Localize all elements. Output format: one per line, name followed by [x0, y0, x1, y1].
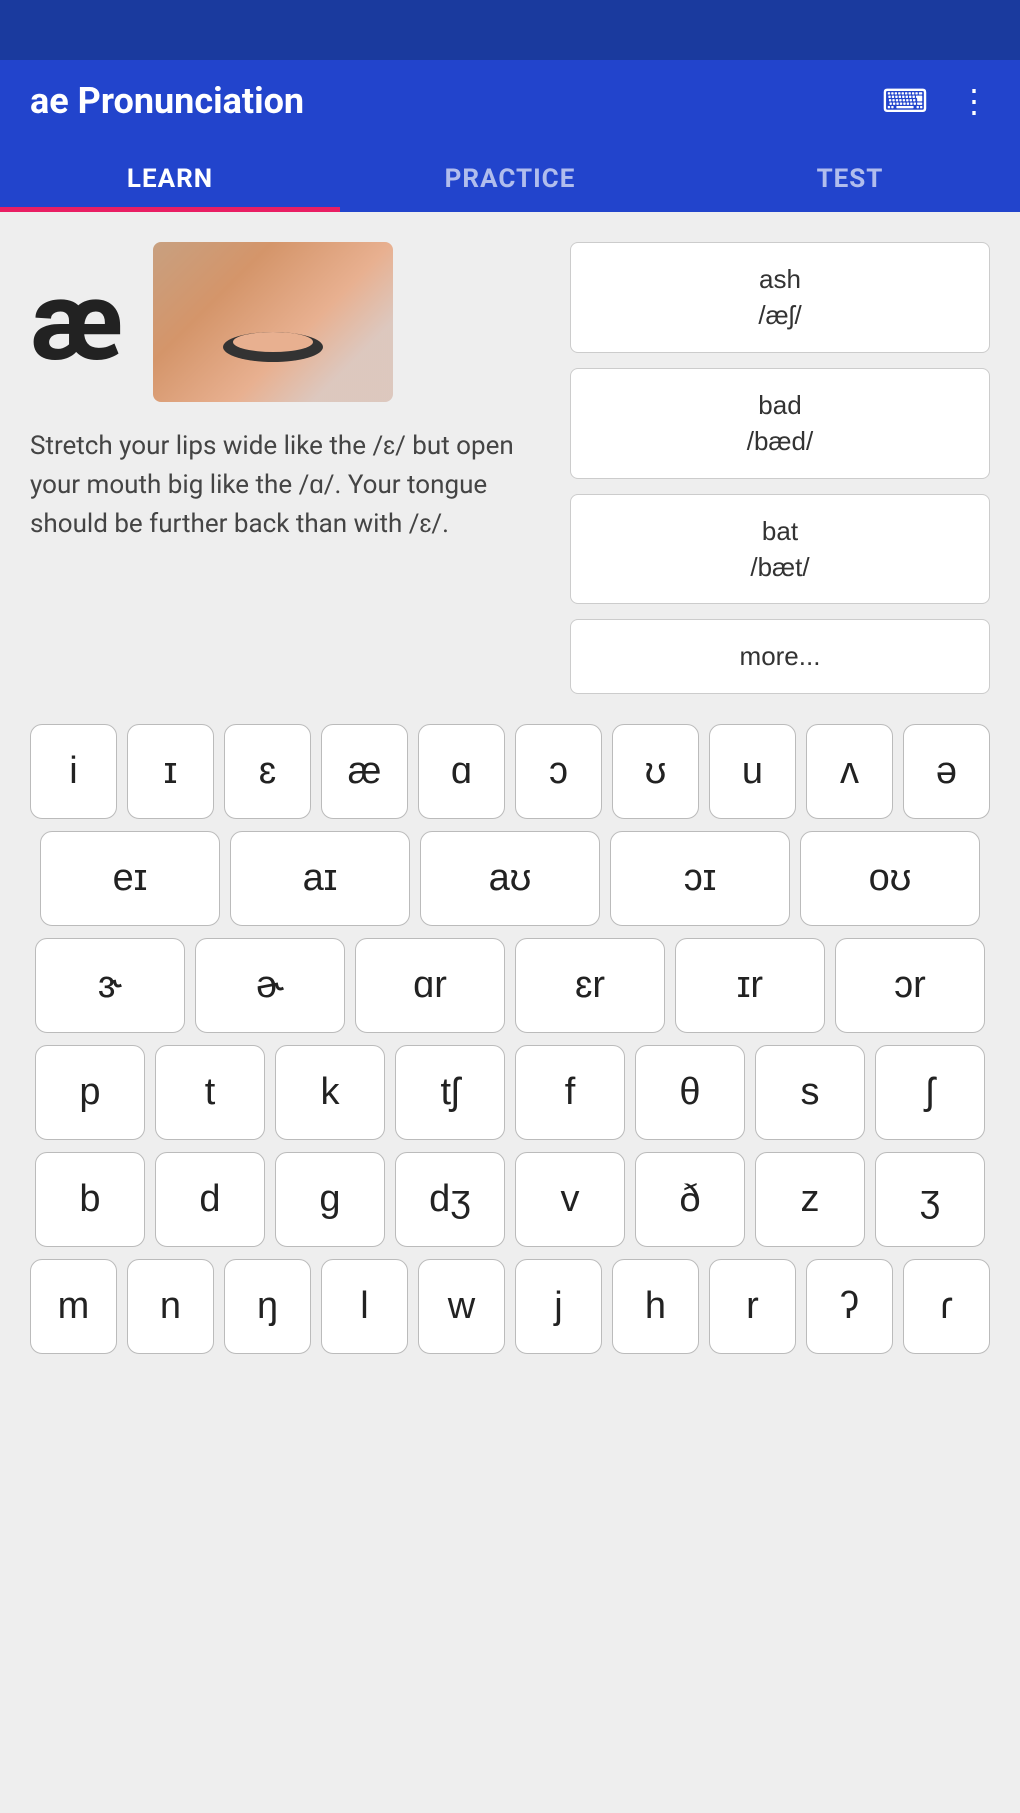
more-options-button[interactable]: ⋮ [958, 82, 990, 120]
phoneme-row: æ [30, 242, 550, 402]
key-rhotic-schwa[interactable]: ɚ [195, 938, 345, 1033]
tab-learn[interactable]: LEARN [0, 142, 340, 212]
key-open-o[interactable]: ɔ [515, 724, 602, 819]
key-g[interactable]: g [275, 1152, 385, 1247]
app-bar: ae Pronunciation ⌨ ⋮ [0, 60, 1020, 142]
key-ar[interactable]: ɑr [355, 938, 505, 1033]
keyboard-section: i ɪ ɛ æ ɑ ɔ ʊ u ʌ ə eɪ aɪ aʊ ɔɪ oʊ ɝ ɚ ɑ… [30, 724, 990, 1354]
keyboard-row-6: m n ŋ l w j h r ʔ ɾ [30, 1259, 990, 1354]
key-r[interactable]: r [709, 1259, 796, 1354]
key-oi[interactable]: ɔɪ [610, 831, 790, 926]
app-bar-actions: ⌨ ⋮ [882, 82, 990, 120]
key-t[interactable]: t [155, 1045, 265, 1140]
key-h[interactable]: h [612, 1259, 699, 1354]
key-flap[interactable]: ɾ [903, 1259, 990, 1354]
key-or[interactable]: ɔr [835, 938, 985, 1033]
key-n[interactable]: n [127, 1259, 214, 1354]
key-j[interactable]: j [515, 1259, 602, 1354]
left-panel: æ Stretch your lips wide like the /ɛ/ bu… [30, 242, 550, 694]
key-z[interactable]: z [755, 1152, 865, 1247]
key-epsilon[interactable]: ɛ [224, 724, 311, 819]
key-upsilon[interactable]: ʊ [612, 724, 699, 819]
mouth-image [153, 242, 393, 402]
keyboard-icon-button[interactable]: ⌨ [882, 82, 928, 120]
app-title: ae Pronunciation [30, 80, 304, 122]
key-dzh[interactable]: dʒ [395, 1152, 505, 1247]
word-btn-bat[interactable]: bat /bæt/ [570, 494, 990, 605]
key-ou[interactable]: oʊ [800, 831, 980, 926]
tab-test[interactable]: TEST [680, 142, 1020, 212]
keyboard-row-1: i ɪ ɛ æ ɑ ɔ ʊ u ʌ ə [30, 724, 990, 819]
tab-bar: LEARN PRACTICE TEST [0, 142, 1020, 212]
tab-practice[interactable]: PRACTICE [340, 142, 680, 212]
keyboard-row-5: b d g dʒ v ð z ʒ [30, 1152, 990, 1247]
key-er[interactable]: ɛr [515, 938, 665, 1033]
key-u[interactable]: u [709, 724, 796, 819]
key-f[interactable]: f [515, 1045, 625, 1140]
key-v[interactable]: v [515, 1152, 625, 1247]
key-w[interactable]: w [418, 1259, 505, 1354]
key-esh[interactable]: ʃ [875, 1045, 985, 1140]
main-content: æ Stretch your lips wide like the /ɛ/ bu… [0, 212, 1020, 1386]
word-btn-bad[interactable]: bad /bæd/ [570, 368, 990, 479]
key-script-a[interactable]: ɑ [418, 724, 505, 819]
description-text: Stretch your lips wide like the /ɛ/ but … [30, 427, 550, 544]
key-ei[interactable]: eɪ [40, 831, 220, 926]
status-bar [0, 0, 1020, 60]
key-p[interactable]: p [35, 1045, 145, 1140]
key-tsh[interactable]: tʃ [395, 1045, 505, 1140]
key-l[interactable]: l [321, 1259, 408, 1354]
key-wedge[interactable]: ʌ [806, 724, 893, 819]
key-k[interactable]: k [275, 1045, 385, 1140]
key-au[interactable]: aʊ [420, 831, 600, 926]
key-rhotic-mid[interactable]: ɝ [35, 938, 185, 1033]
keyboard-icon: ⌨ [882, 83, 928, 119]
key-s[interactable]: s [755, 1045, 865, 1140]
key-d[interactable]: d [155, 1152, 265, 1247]
key-ai[interactable]: aɪ [230, 831, 410, 926]
key-ezh[interactable]: ʒ [875, 1152, 985, 1247]
key-eng[interactable]: ŋ [224, 1259, 311, 1354]
key-small-capital-i[interactable]: ɪ [127, 724, 214, 819]
top-section: æ Stretch your lips wide like the /ɛ/ bu… [30, 242, 990, 694]
word-btn-ash[interactable]: ash /æʃ/ [570, 242, 990, 353]
word-btn-more[interactable]: more... [570, 619, 990, 693]
key-ir[interactable]: ɪr [675, 938, 825, 1033]
keyboard-row-4: p t k tʃ f θ s ʃ [30, 1045, 990, 1140]
keyboard-row-2: eɪ aɪ aʊ ɔɪ oʊ [30, 831, 990, 926]
key-eth[interactable]: ð [635, 1152, 745, 1247]
right-panel: ash /æʃ/ bad /bæd/ bat /bæt/ more... [570, 242, 990, 694]
phoneme-symbol: æ [30, 267, 123, 377]
key-theta[interactable]: θ [635, 1045, 745, 1140]
more-vert-icon: ⋮ [958, 83, 990, 119]
key-b[interactable]: b [35, 1152, 145, 1247]
keyboard-row-3: ɝ ɚ ɑr ɛr ɪr ɔr [30, 938, 990, 1033]
key-i[interactable]: i [30, 724, 117, 819]
key-ae[interactable]: æ [321, 724, 408, 819]
key-m[interactable]: m [30, 1259, 117, 1354]
key-schwa[interactable]: ə [903, 724, 990, 819]
key-glottal-stop[interactable]: ʔ [806, 1259, 893, 1354]
